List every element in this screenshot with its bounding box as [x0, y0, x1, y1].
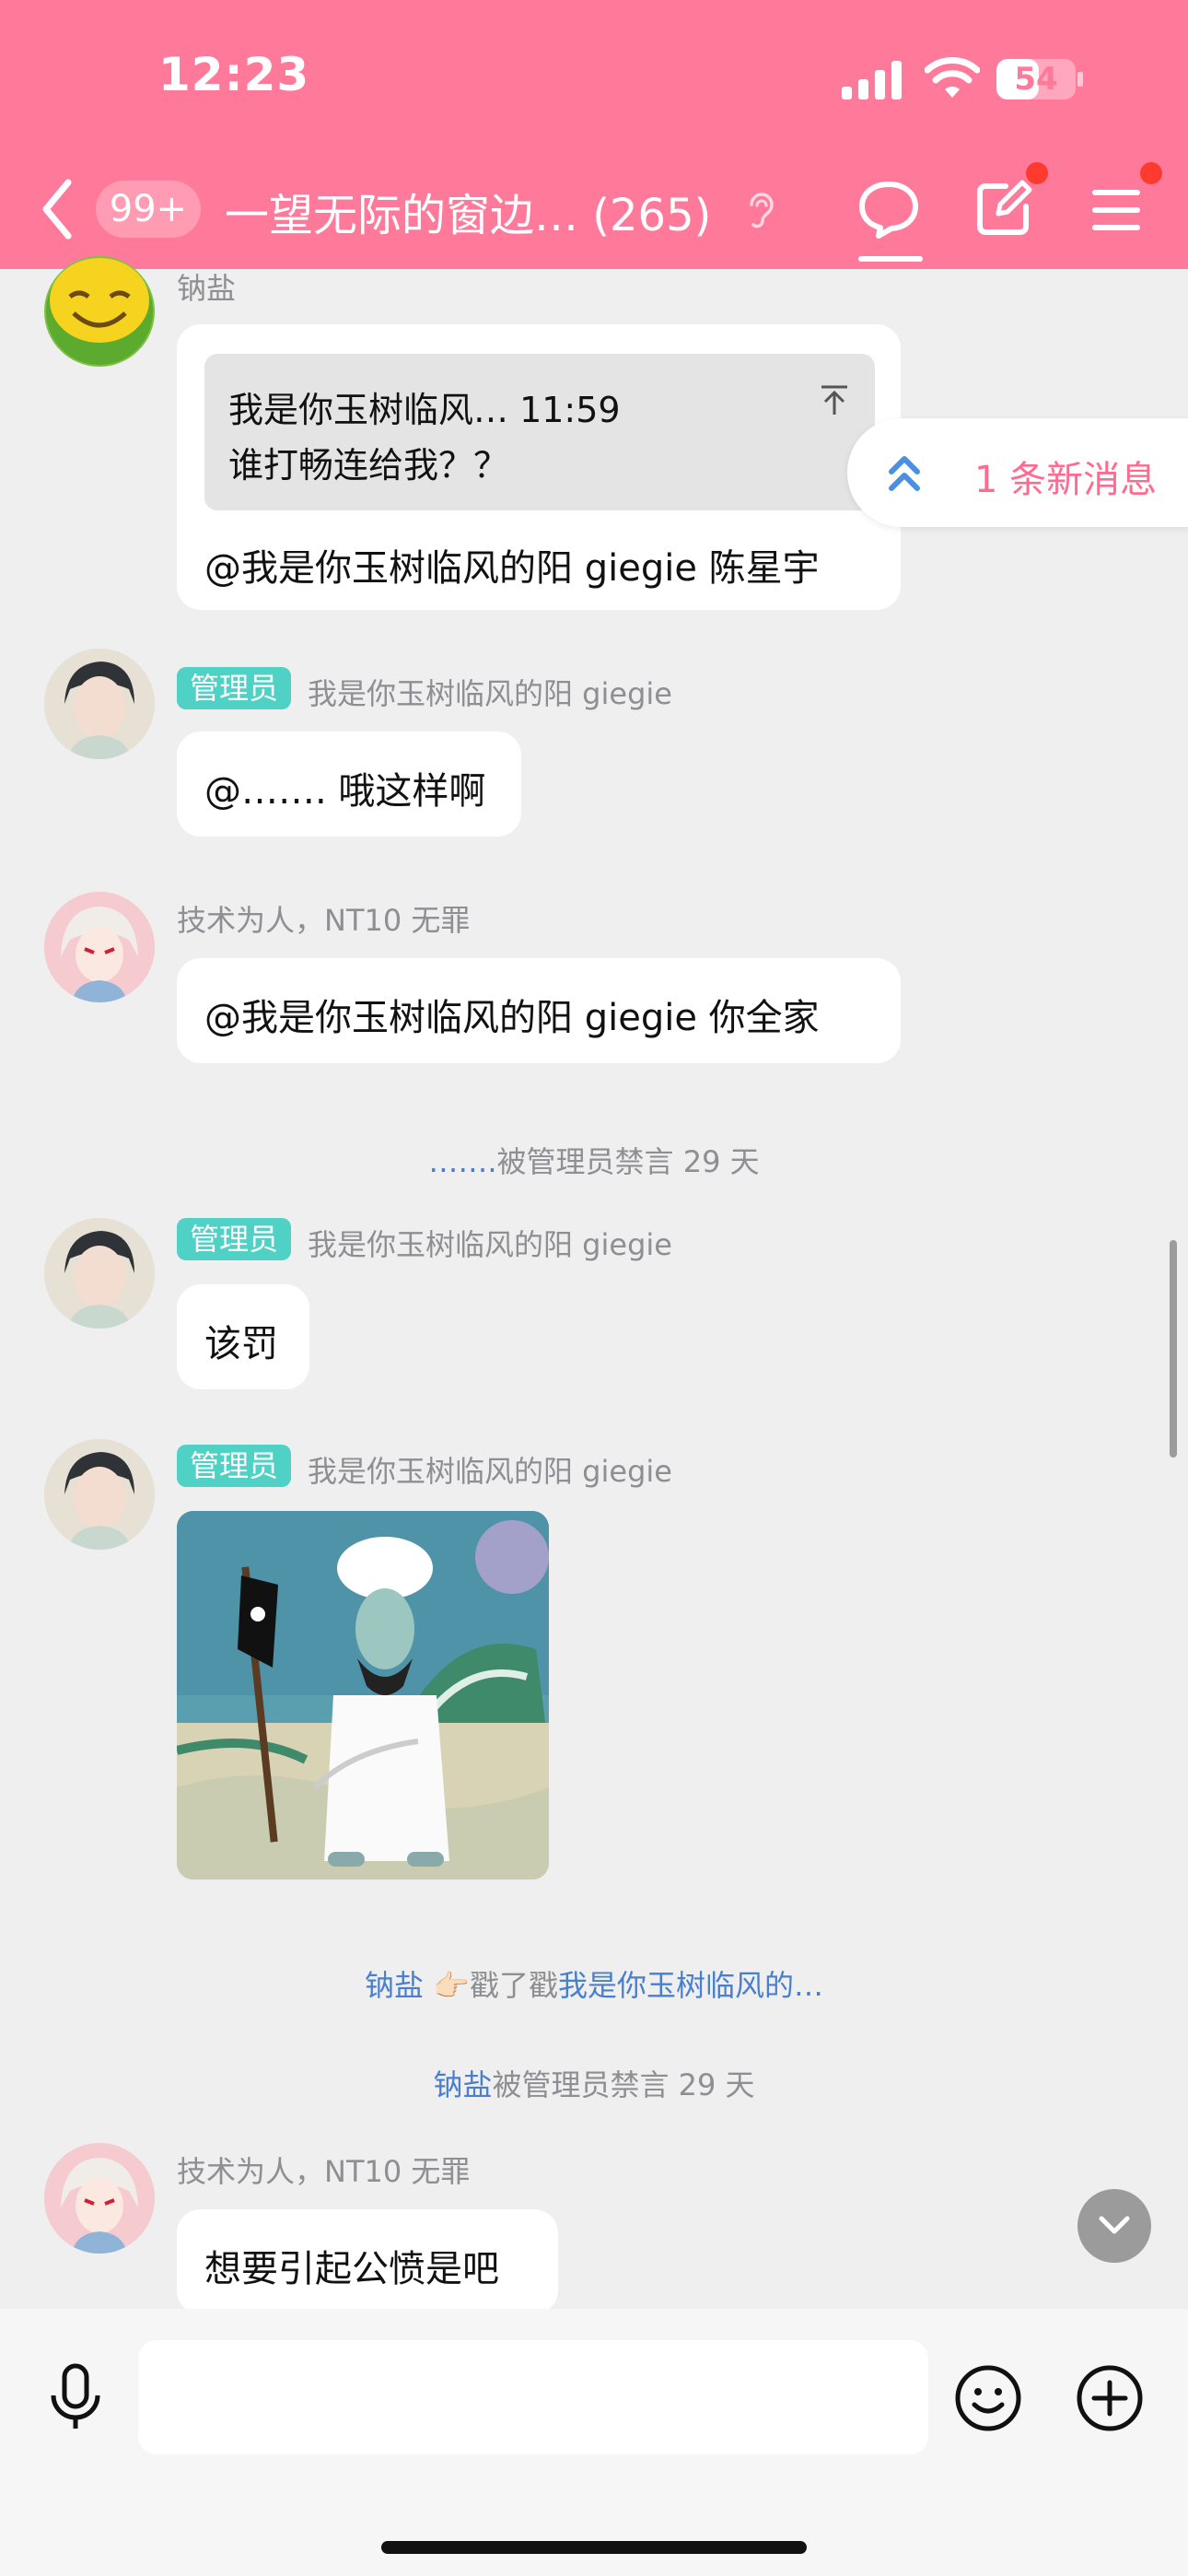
unread-count-badge[interactable]: 99+ — [96, 181, 201, 238]
anime-avatar-icon — [44, 1218, 155, 1329]
avatar[interactable] — [44, 649, 155, 759]
sender-name: 我是你玉树临风的阳 giegie — [308, 676, 672, 711]
system-notice: …….被管理员禁言 29 天 — [0, 1139, 1188, 1181]
ear-icon[interactable] — [746, 190, 777, 232]
home-indicator — [381, 2541, 807, 2554]
sender-name: 我是你玉树临风的阳 giegie — [308, 1454, 672, 1489]
avatar[interactable] — [44, 256, 155, 367]
menu-notification-dot — [1140, 162, 1162, 184]
chevron-left-icon[interactable] — [39, 177, 76, 241]
new-message-indicator[interactable]: 1 条新消息 — [847, 418, 1188, 527]
message-bubble[interactable]: 该罚 — [177, 1284, 309, 1389]
double-chevron-up-icon — [889, 456, 920, 491]
anime-avatar-icon — [44, 649, 155, 759]
jump-to-quote-icon[interactable] — [818, 383, 851, 416]
scrollbar[interactable] — [1170, 1240, 1177, 1458]
sender-name: 技术为人，NT10 无罪 — [177, 2154, 471, 2189]
group-title[interactable]: 一望无际的窗边… (265) — [225, 179, 711, 243]
notice-text: 戳了戳 — [470, 1968, 559, 2003]
message-input[interactable] — [138, 2340, 928, 2454]
admin-badge: 管理员 — [177, 1218, 292, 1260]
status-time: 12:23 — [158, 48, 310, 101]
microphone-icon[interactable] — [48, 2362, 103, 2432]
notice-user-link[interactable]: ……. — [428, 1144, 496, 1179]
input-bar — [0, 2309, 1188, 2576]
message-text: 想要引起公愤是吧 — [204, 2248, 499, 2290]
avatar[interactable] — [44, 1218, 155, 1329]
emoji-icon[interactable] — [954, 2364, 1022, 2432]
quote-header: 我是你玉树临风… 11:59 — [228, 390, 621, 430]
squidward-meme-image[interactable] — [177, 1511, 549, 1879]
system-notice: 钠盐 👉🏻戳了戳我是你玉树临风的… — [0, 1962, 1188, 2005]
admin-badge: 管理员 — [177, 667, 292, 709]
admin-badge: 管理员 — [177, 1445, 292, 1487]
sender-name: 技术为人，NT10 无罪 — [177, 903, 471, 938]
quote-text: 谁打畅连给我？？ — [228, 445, 509, 486]
notice-user-link[interactable]: 钠盐 — [433, 2067, 492, 2102]
scroll-to-bottom-button[interactable] — [1077, 2189, 1151, 2263]
message-text: @我是你玉树临风的阳 giegie 陈星宇 — [204, 547, 820, 590]
smiley-avatar-icon — [46, 258, 153, 365]
notice-text: 被管理员禁言 29 天 — [496, 1144, 760, 1179]
anime-avatar-icon — [44, 1439, 155, 1550]
battery-level: 54 — [1014, 61, 1058, 98]
header: 12:23 54 99+ 一望无际的窗边… (265) — [0, 0, 1188, 269]
battery-cap — [1077, 72, 1083, 87]
quoted-message[interactable]: 我是你玉树临风… 11:59 谁打畅连给我？？ — [204, 354, 875, 510]
pointing-hand-emoji: 👉🏻 — [433, 1968, 470, 2003]
notice-text: 被管理员禁言 29 天 — [492, 2067, 755, 2102]
new-message-text: 1 条新消息 — [974, 459, 1158, 501]
edit-icon[interactable] — [974, 179, 1033, 238]
message-text: 该罚 — [204, 1323, 278, 1365]
notice-user-link[interactable]: 我是你玉树临风的… — [558, 1968, 823, 2003]
chat-bubble-icon[interactable] — [856, 177, 921, 241]
edit-notification-dot — [1026, 162, 1048, 184]
battery-indicator: 54 — [996, 59, 1076, 100]
chevron-down-icon — [1099, 2216, 1130, 2234]
cellular-signal-icon — [842, 61, 902, 100]
notice-user-link[interactable]: 钠盐 — [365, 1968, 424, 2003]
avatar[interactable] — [44, 2143, 155, 2254]
white-hair-avatar-icon — [44, 892, 155, 1002]
sender-name: 钠盐 — [177, 271, 237, 306]
sender-name: 我是你玉树临风的阳 giegie — [308, 1227, 672, 1262]
active-tab-underline — [858, 256, 923, 262]
message-text: @我是你玉树临风的阳 giegie 你全家 — [204, 997, 820, 1039]
message-bubble[interactable]: 想要引起公愤是吧 — [177, 2209, 558, 2314]
menu-icon[interactable] — [1089, 186, 1144, 234]
avatar[interactable] — [44, 892, 155, 1002]
avatar[interactable] — [44, 1439, 155, 1550]
message-bubble[interactable]: @……. 哦这样啊 — [177, 732, 521, 837]
message-bubble[interactable]: @我是你玉树临风的阳 giegie 你全家 — [177, 958, 901, 1063]
message-bubble[interactable]: 我是你玉树临风… 11:59 谁打畅连给我？？ @我是你玉树临风的阳 giegi… — [177, 324, 901, 610]
message-text: @……. 哦这样啊 — [204, 770, 486, 813]
system-notice: 钠盐被管理员禁言 29 天 — [0, 2062, 1188, 2104]
wifi-icon — [925, 57, 980, 98]
cartoon-image — [177, 1511, 549, 1879]
plus-icon[interactable] — [1076, 2364, 1144, 2432]
white-hair-avatar-icon — [44, 2143, 155, 2254]
